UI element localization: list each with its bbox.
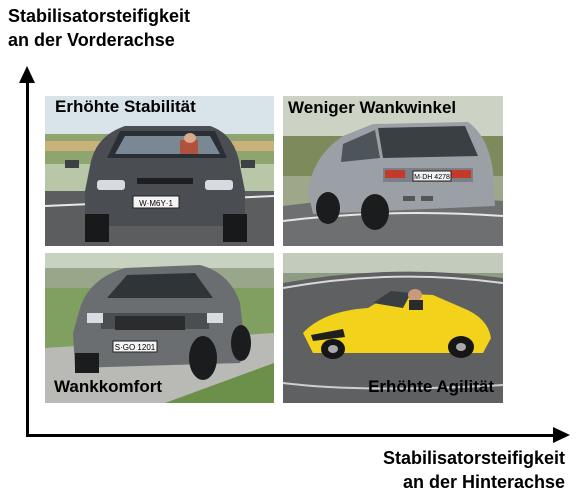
quadrant-bottom-left-label: Wankkomfort <box>54 377 162 396</box>
x-axis-arrow <box>553 427 570 443</box>
y-axis-line <box>26 80 29 437</box>
y-axis-title-line1: Stabilisatorsteifigkeit <box>8 6 191 26</box>
suv-plate: S·GO 1201 <box>115 343 156 352</box>
y-axis-arrow <box>19 66 35 83</box>
quadrant-top-left: W·M6Y·1 Erhöhte Stabilität <box>45 96 274 246</box>
quadrant-top-right-label: Weniger Wankwinkel <box>288 98 457 117</box>
x-axis-title-line2: an der Hinterachse <box>402 472 565 492</box>
x-axis-title: Stabilisatorsteifigkeit an der Hinterach… <box>383 446 565 494</box>
hatchback-photo: W·M6Y·1 <box>45 96 274 246</box>
y-axis-title-line2: an der Vorderachse <box>8 30 175 50</box>
x-axis-title-line1: Stabilisatorsteifigkeit <box>382 448 565 468</box>
y-axis-title: Stabilisatorsteifigkeit an der Vorderach… <box>8 4 190 52</box>
quadrant-top-left-label: Erhöhte Stabilität <box>55 97 196 116</box>
quadrant-bottom-right-label: Erhöhte Agilität <box>368 377 494 396</box>
x-axis-line <box>26 434 556 437</box>
quadrant-bottom-left: S·GO 1201 Wankkomfort <box>45 253 274 403</box>
hatchback-plate: W·M6Y·1 <box>139 199 173 208</box>
quadrant-bottom-right: Erhöhte Agilität <box>283 253 503 403</box>
wagon-photo: M·DH 4278 <box>283 96 503 246</box>
wagon-plate: M·DH 4278 <box>414 174 450 181</box>
quadrant-top-right: M·DH 4278 Weniger Wankwinkel <box>283 96 503 246</box>
